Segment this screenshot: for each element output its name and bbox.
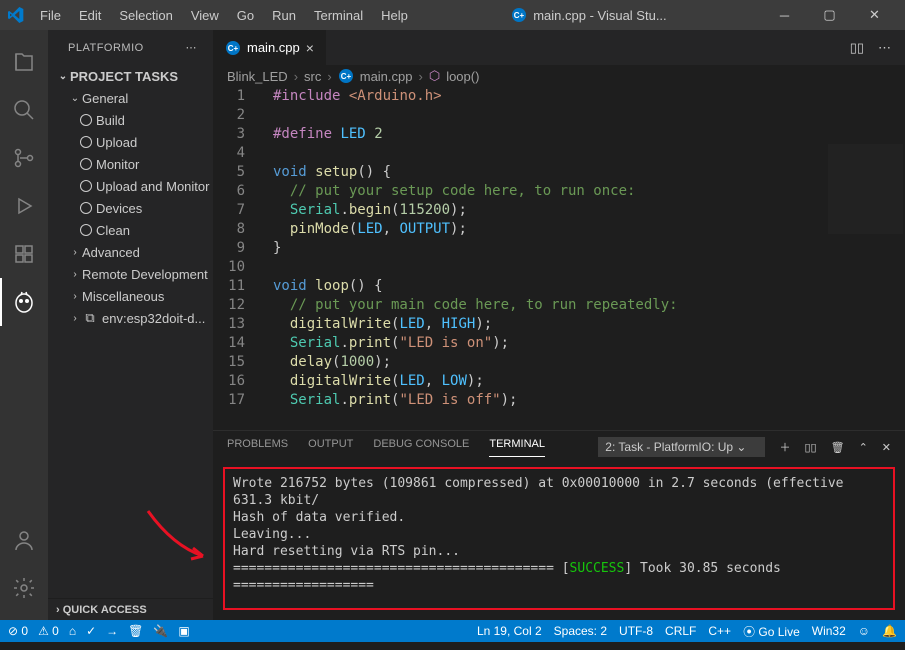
- remote-dev-folder[interactable]: ›Remote Development: [48, 263, 213, 285]
- window-title: C+ main.cpp - Visual Stu...: [416, 7, 762, 23]
- status-lang[interactable]: C++: [708, 624, 731, 638]
- terminal-selector[interactable]: 2: Task - PlatformIO: Up ⌄: [598, 437, 765, 457]
- quick-access-header[interactable]: › QUICK ACCESS: [48, 598, 213, 620]
- cpp-file-icon: C+: [511, 7, 527, 23]
- titlebar: File Edit Selection View Go Run Terminal…: [0, 0, 905, 30]
- status-spaces[interactable]: Spaces: 2: [554, 624, 607, 638]
- menu-bar: File Edit Selection View Go Run Terminal…: [32, 4, 416, 27]
- new-terminal-icon[interactable]: ＋: [779, 439, 790, 455]
- menu-edit[interactable]: Edit: [71, 4, 109, 27]
- menu-help[interactable]: Help: [373, 4, 416, 27]
- close-panel-icon[interactable]: ✕: [882, 441, 891, 454]
- menu-terminal[interactable]: Terminal: [306, 4, 371, 27]
- status-eol[interactable]: CRLF: [665, 624, 696, 638]
- explorer-icon[interactable]: [0, 38, 48, 86]
- panel: PROBLEMS OUTPUT DEBUG CONSOLE TERMINAL 2…: [213, 430, 905, 620]
- status-home-icon[interactable]: ⌂: [69, 624, 76, 638]
- maximize-button[interactable]: ▢: [807, 0, 852, 30]
- kill-terminal-icon[interactable]: 🗑: [831, 441, 845, 454]
- menu-run[interactable]: Run: [264, 4, 304, 27]
- editor-more-icon[interactable]: ⋯: [878, 40, 891, 56]
- menu-file[interactable]: File: [32, 4, 69, 27]
- status-trash-icon[interactable]: 🗑: [128, 624, 143, 638]
- status-golive[interactable]: ⦿ Go Live: [743, 623, 800, 640]
- task-monitor[interactable]: Monitor: [48, 153, 213, 175]
- split-terminal-icon[interactable]: ▯▯: [804, 441, 816, 454]
- code-editor[interactable]: 1234567891011121314151617 #include <Ardu…: [213, 87, 905, 430]
- svg-text:C+: C+: [514, 11, 525, 20]
- status-encoding[interactable]: UTF-8: [619, 624, 653, 638]
- editor-area: C+ main.cpp × ▯▯ ⋯ Blink_LED› src› C+ ma…: [213, 30, 905, 620]
- vscode-logo-icon: [8, 7, 24, 23]
- split-editor-icon[interactable]: ▯▯: [850, 40, 864, 56]
- close-button[interactable]: ✕: [852, 0, 897, 30]
- svg-text:C+: C+: [228, 44, 239, 53]
- status-cursor[interactable]: Ln 19, Col 2: [477, 624, 542, 638]
- panel-tab-output[interactable]: OUTPUT: [308, 438, 353, 456]
- status-plug-icon[interactable]: 🔌: [153, 624, 168, 638]
- tab-close-icon[interactable]: ×: [306, 40, 314, 56]
- task-devices[interactable]: Devices: [48, 197, 213, 219]
- panel-tab-terminal[interactable]: TERMINAL: [489, 438, 545, 457]
- cpp-file-icon: C+: [338, 68, 354, 84]
- terminal-output[interactable]: Wrote 216752 bytes (109861 compressed) a…: [223, 467, 895, 610]
- minimap[interactable]: [828, 144, 903, 234]
- status-feedback-icon[interactable]: ☺: [858, 624, 870, 638]
- task-upload-monitor[interactable]: Upload and Monitor: [48, 175, 213, 197]
- svg-text:C+: C+: [341, 72, 352, 81]
- cpp-file-icon: C+: [225, 40, 241, 56]
- status-bell-icon[interactable]: 🔔: [882, 624, 897, 638]
- accounts-icon[interactable]: [0, 516, 48, 564]
- menu-go[interactable]: Go: [229, 4, 262, 27]
- tab-main-cpp[interactable]: C+ main.cpp ×: [213, 30, 326, 65]
- misc-folder[interactable]: ›Miscellaneous: [48, 285, 213, 307]
- project-tasks-header[interactable]: ⌄PROJECT TASKS: [48, 65, 213, 87]
- run-debug-icon[interactable]: [0, 182, 48, 230]
- status-platform[interactable]: Win32: [812, 624, 846, 638]
- breadcrumb[interactable]: Blink_LED› src› C+ main.cpp› ⬡loop(): [213, 65, 905, 87]
- status-warnings[interactable]: ⚠ 0: [38, 624, 59, 638]
- panel-tab-debug[interactable]: DEBUG CONSOLE: [373, 438, 469, 456]
- task-upload[interactable]: Upload: [48, 131, 213, 153]
- extensions-icon[interactable]: [0, 230, 48, 278]
- task-build[interactable]: Build: [48, 109, 213, 131]
- status-bar: ⊘ 0 ⚠ 0 ⌂ ✓ → 🗑 🔌 ▣ Ln 19, Col 2 Spaces:…: [0, 620, 905, 642]
- editor-tabs: C+ main.cpp × ▯▯ ⋯: [213, 30, 905, 65]
- annotation-arrow-icon: [143, 506, 213, 566]
- menu-selection[interactable]: Selection: [111, 4, 180, 27]
- panel-tab-problems[interactable]: PROBLEMS: [227, 438, 288, 456]
- settings-icon[interactable]: [0, 564, 48, 612]
- maximize-panel-icon[interactable]: ⌃: [859, 441, 868, 454]
- status-arrow-icon[interactable]: →: [106, 624, 118, 638]
- menu-view[interactable]: View: [183, 4, 227, 27]
- more-icon[interactable]: ⋯: [186, 41, 198, 54]
- source-control-icon[interactable]: [0, 134, 48, 182]
- panel-tabs: PROBLEMS OUTPUT DEBUG CONSOLE TERMINAL 2…: [213, 431, 905, 463]
- minimize-button[interactable]: ─: [762, 0, 807, 30]
- activity-bar: [0, 30, 48, 620]
- window-controls: ─ ▢ ✕: [762, 0, 897, 30]
- advanced-folder[interactable]: ›Advanced: [48, 241, 213, 263]
- platformio-icon[interactable]: [0, 278, 48, 326]
- status-terminal-icon[interactable]: ▣: [178, 624, 189, 638]
- status-check-icon[interactable]: ✓: [86, 624, 96, 638]
- search-icon[interactable]: [0, 86, 48, 134]
- general-folder[interactable]: ⌄General: [48, 87, 213, 109]
- task-clean[interactable]: Clean: [48, 219, 213, 241]
- sidebar-header: PLATFORMIO ⋯: [48, 30, 213, 65]
- status-errors[interactable]: ⊘ 0: [8, 624, 28, 638]
- env-folder[interactable]: ›⧉env:esp32doit-d...: [48, 307, 213, 329]
